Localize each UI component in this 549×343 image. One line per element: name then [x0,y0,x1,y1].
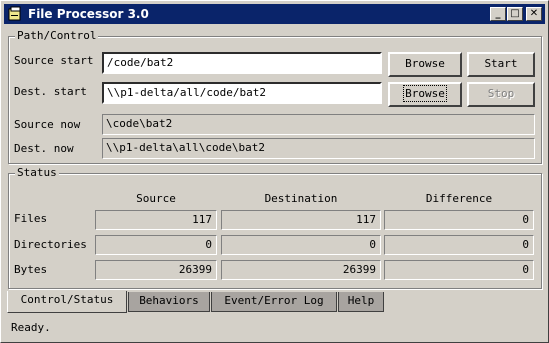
source-now-label: Source now [14,118,81,131]
source-browse-button[interactable]: Browse [388,52,462,77]
dest-now-value: \\p1-delta\all\code\bat2 [102,138,535,159]
dest-start-label: Dest. start [14,85,87,98]
bytes-source: 26399 [95,260,217,280]
title-bar[interactable]: File Processor 3.0 _ □ ✕ [4,4,545,24]
files-destination: 117 [221,210,381,230]
directories-difference: 0 [384,235,534,255]
source-start-label: Source start [14,54,94,67]
col-source-header: Source [136,192,176,205]
minimize-button[interactable]: _ [490,7,506,21]
window-title: File Processor 3.0 [28,7,149,21]
source-now-value: \code\bat2 [102,114,535,135]
dest-now-label: Dest. now [14,142,74,155]
start-button[interactable]: Start [467,52,535,77]
tab-control-status[interactable]: Control/Status [7,291,127,313]
col-difference-header: Difference [425,192,493,205]
files-row-label: Files [14,212,48,225]
directories-destination: 0 [221,235,381,255]
dest-start-input[interactable]: \\p1-delta/all/code/bat2 [102,82,382,104]
close-button[interactable]: ✕ [526,7,542,21]
directories-source: 0 [95,235,217,255]
files-difference: 0 [384,210,534,230]
bytes-difference: 0 [384,260,534,280]
file-processor-window: File Processor 3.0 _ □ ✕ Path/Control So… [0,0,549,343]
stop-button[interactable]: Stop [467,82,535,107]
bytes-destination: 26399 [221,260,381,280]
tab-help[interactable]: Help [338,292,384,312]
dest-browse-label: Browse [403,85,447,102]
status-bar-text: Ready. [11,321,51,334]
directories-row-label: Directories [14,238,87,251]
files-source: 117 [95,210,217,230]
maximize-button[interactable]: □ [507,7,523,21]
tab-event-error-log[interactable]: Event/Error Log [211,292,337,312]
bytes-row-label: Bytes [14,263,48,276]
source-start-input[interactable]: /code/bat2 [102,52,382,74]
source-browse-label: Browse [405,57,445,70]
app-icon [8,6,21,21]
tab-behaviors[interactable]: Behaviors [128,292,210,312]
col-destination-header: Destination [264,192,338,205]
status-legend: Status [15,166,59,180]
start-label: Start [484,57,518,70]
path-control-legend: Path/Control [15,29,99,43]
dest-browse-button[interactable]: Browse [388,82,462,107]
stop-label: Stop [487,87,515,100]
